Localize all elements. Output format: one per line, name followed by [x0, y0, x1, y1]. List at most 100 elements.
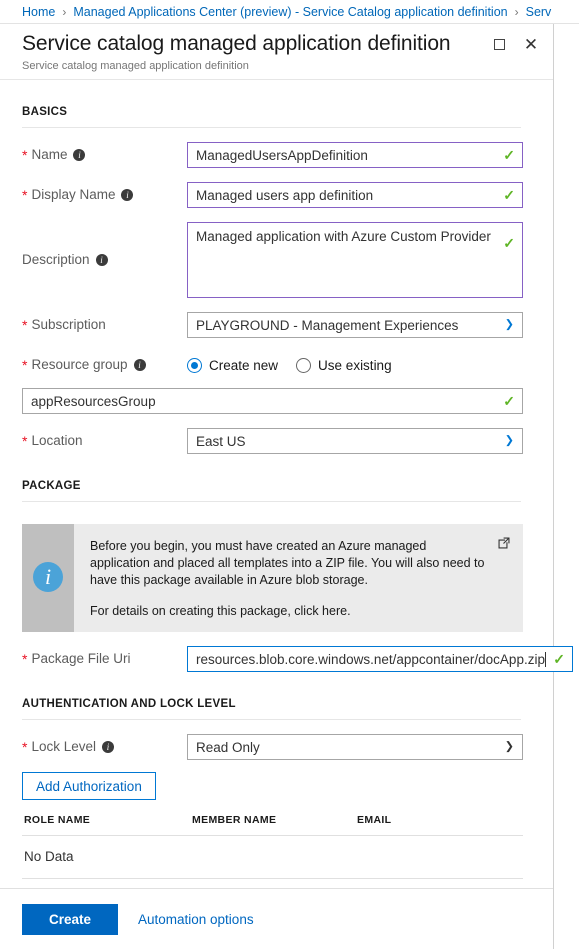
table-row: No Data [22, 835, 523, 879]
field-row-location: * Location East US ❯ [22, 428, 523, 454]
valid-check-icon: ✓ [503, 393, 515, 409]
section-header-authentication: AUTHENTICATION AND LOCK LEVEL [22, 672, 521, 720]
field-control-location: East US ❯ [187, 428, 523, 454]
required-marker: * [22, 147, 28, 163]
create-button[interactable]: Create [22, 903, 118, 935]
section-header-basics: BASICS [22, 80, 521, 128]
description-textarea[interactable]: Managed application with Azure Custom Pr… [187, 222, 523, 298]
field-label-name: * Name i [22, 142, 187, 168]
column-header-email: EMAIL [357, 814, 523, 836]
info-icon[interactable]: i [95, 254, 108, 266]
info-icon[interactable]: i [133, 359, 146, 371]
field-label-lock-level-text: Lock Level [31, 739, 96, 754]
field-row-package-file-uri: * Package File Uri resources.blob.core.w… [22, 646, 573, 672]
info-icon[interactable]: i [121, 189, 134, 201]
blade-body: BASICS * Name i ManagedUsersAppDefinitio… [0, 80, 573, 879]
resource-group-radio-group: Create new Use existing [187, 352, 523, 378]
blade-header: Service catalog managed application defi… [0, 24, 553, 80]
external-link-icon[interactable] [497, 536, 511, 550]
package-info-banner: i Before you begin, you must have create… [22, 524, 523, 632]
field-label-display-name-text: Display Name [31, 187, 116, 202]
radio-indicator [296, 357, 312, 373]
required-marker: * [22, 433, 28, 449]
valid-check-icon: ✓ [553, 651, 565, 667]
text-cursor [544, 651, 546, 667]
info-icon[interactable]: i [102, 741, 114, 753]
breadcrumb-separator: › [514, 4, 519, 19]
field-row-subscription: * Subscription PLAYGROUND - Management E… [22, 312, 523, 338]
column-header-role-name: ROLE NAME [22, 814, 192, 836]
chevron-down-icon: ❯ [504, 318, 514, 331]
lock-level-select[interactable]: Read Only ❯ [187, 734, 523, 760]
field-control-description: Managed application with Azure Custom Pr… [187, 222, 523, 298]
valid-check-icon: ✓ [503, 147, 515, 163]
radio-create-new[interactable]: Create new [187, 357, 279, 373]
resource-group-name-value: appResourcesGroup [31, 393, 156, 409]
add-authorization-wrapper: Add Authorization [22, 760, 523, 800]
close-icon[interactable]: ✕ [523, 36, 539, 53]
field-control-package-file-uri: resources.blob.core.windows.net/appconta… [187, 646, 573, 672]
info-banner-paragraph-1: Before you begin, you must have created … [90, 539, 485, 587]
field-row-name: * Name i ManagedUsersAppDefinition ✓ [22, 142, 523, 168]
breadcrumb-item-managed-applications-center[interactable]: Managed Applications Center (preview) - … [73, 0, 507, 23]
field-label-location-text: Location [31, 433, 83, 448]
valid-check-icon: ✓ [503, 235, 515, 251]
subscription-select[interactable]: PLAYGROUND - Management Experiences ❯ [187, 312, 523, 338]
page-subtitle: Service catalog managed application defi… [22, 60, 249, 72]
radio-create-new-label: Create new [209, 357, 279, 373]
chevron-down-icon: ❯ [504, 434, 514, 447]
breadcrumb-item-home[interactable]: Home [22, 0, 55, 23]
page-title: Service catalog managed application defi… [22, 32, 451, 55]
package-file-uri-input[interactable]: resources.blob.core.windows.net/appconta… [187, 646, 573, 672]
field-row-lock-level: * Lock Level i Read Only ❯ [22, 734, 523, 760]
breadcrumb-item-current[interactable]: Serv [526, 0, 552, 23]
breadcrumb: Home › Managed Applications Center (prev… [0, 0, 579, 24]
resource-group-name-input[interactable]: appResourcesGroup ✓ [22, 388, 523, 414]
valid-check-icon: ✓ [503, 187, 515, 203]
automation-options-link[interactable]: Automation options [138, 912, 254, 927]
field-label-package-file-uri: * Package File Uri [22, 646, 187, 672]
field-control-subscription: PLAYGROUND - Management Experiences ❯ [187, 312, 523, 338]
radio-use-existing[interactable]: Use existing [296, 357, 392, 373]
field-label-name-text: Name [31, 147, 68, 162]
required-marker: * [22, 651, 28, 667]
table-header-row: ROLE NAME MEMBER NAME EMAIL [22, 814, 523, 836]
column-header-member-name: MEMBER NAME [192, 814, 357, 836]
field-control-lock-level: Read Only ❯ [187, 734, 523, 760]
field-control-name: ManagedUsersAppDefinition ✓ [187, 142, 523, 168]
field-label-resource-group: * Resource group i [22, 352, 187, 378]
radio-use-existing-label: Use existing [318, 357, 392, 373]
location-select-value: East US [196, 433, 246, 449]
display-name-input-value: Managed users app definition [196, 187, 374, 203]
info-icon: i [33, 562, 63, 592]
field-label-description-text: Description [22, 252, 90, 267]
blade-panel: Service catalog managed application defi… [0, 24, 573, 949]
required-marker: * [22, 739, 28, 755]
field-label-location: * Location [22, 428, 187, 454]
field-control-resource-group: Create new Use existing [187, 352, 523, 378]
resource-group-name-wrapper: appResourcesGroup ✓ [22, 388, 523, 414]
radio-indicator [187, 357, 202, 373]
section-header-package: PACKAGE [22, 454, 521, 502]
display-name-input[interactable]: Managed users app definition ✓ [187, 182, 523, 208]
field-control-display-name: Managed users app definition ✓ [187, 182, 523, 208]
lock-level-select-value: Read Only [196, 739, 260, 755]
authorizations-table: ROLE NAME MEMBER NAME EMAIL No Data [22, 814, 523, 879]
location-select[interactable]: East US ❯ [187, 428, 523, 454]
required-marker: * [22, 357, 28, 373]
name-input-value: ManagedUsersAppDefinition [196, 147, 368, 163]
field-row-description: Description i Managed application with A… [22, 222, 523, 298]
azure-portal-blade: Home › Managed Applications Center (prev… [0, 0, 579, 949]
subscription-select-value: PLAYGROUND - Management Experiences [196, 317, 459, 333]
blade-right-gutter [554, 24, 579, 949]
add-authorization-button[interactable]: Add Authorization [22, 772, 156, 800]
chevron-down-icon: ❯ [504, 740, 514, 753]
maximize-icon[interactable] [491, 36, 507, 52]
field-row-display-name: * Display Name i Managed users app defin… [22, 182, 523, 208]
info-icon[interactable]: i [73, 149, 86, 161]
package-file-uri-value: resources.blob.core.windows.net/appconta… [196, 651, 545, 667]
field-label-lock-level: * Lock Level i [22, 734, 187, 760]
breadcrumb-separator: › [62, 4, 67, 19]
name-input[interactable]: ManagedUsersAppDefinition ✓ [187, 142, 523, 168]
blade-footer: Create Automation options [0, 888, 553, 949]
